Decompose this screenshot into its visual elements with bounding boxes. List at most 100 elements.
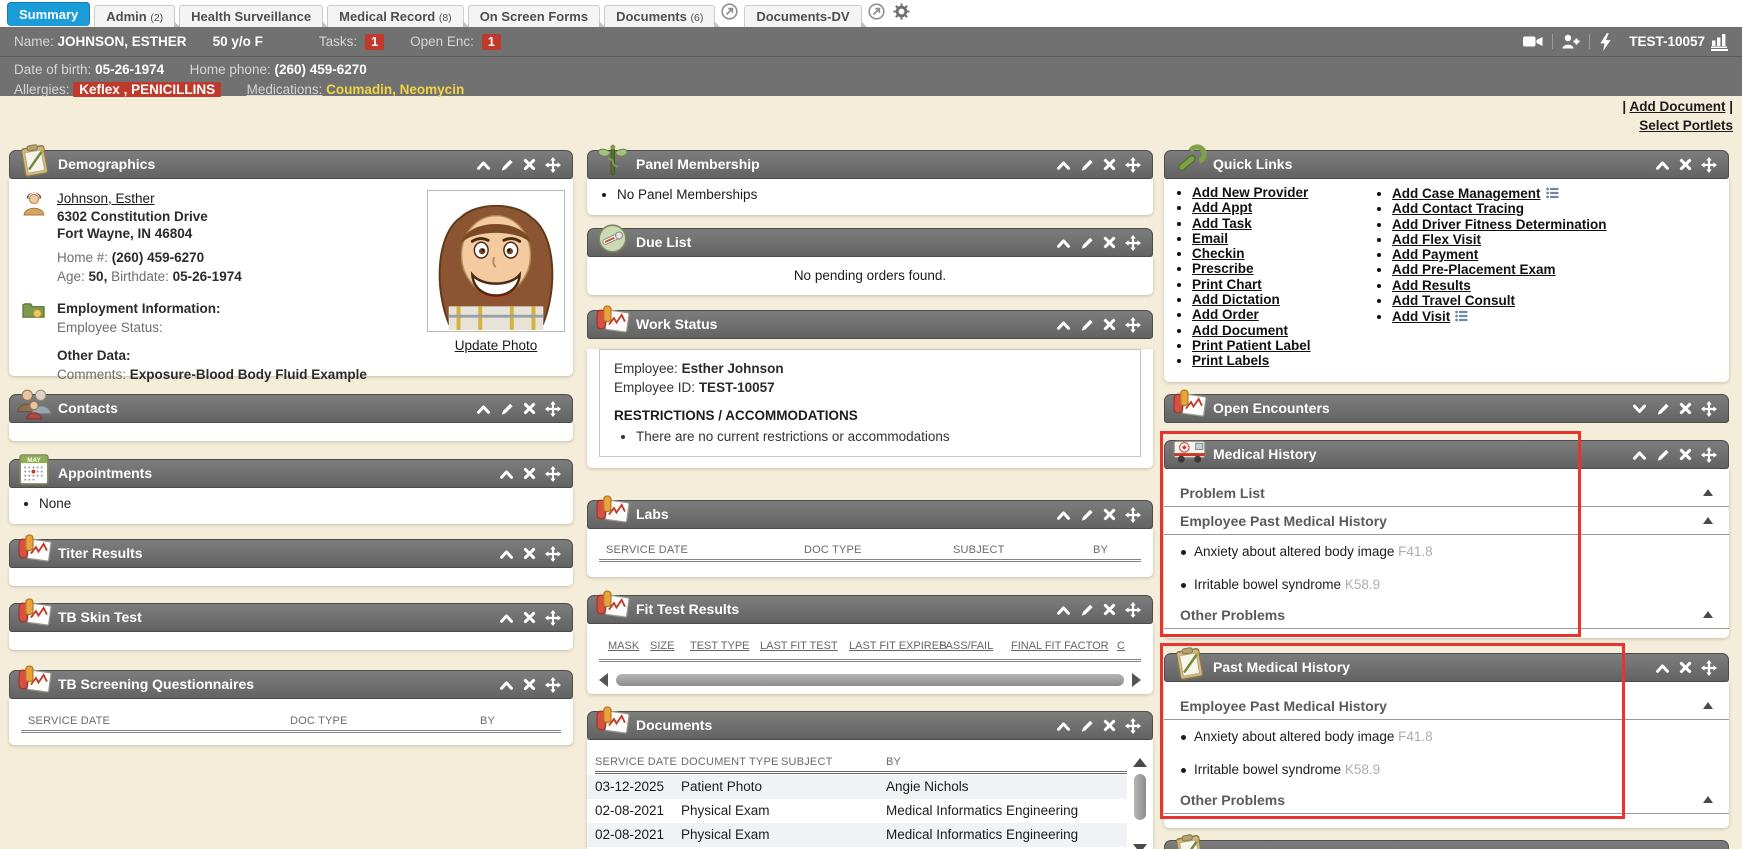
move-icon[interactable]: [545, 546, 561, 562]
column-header-link[interactable]: LAST FIT TEST: [760, 640, 838, 652]
close-icon[interactable]: [523, 402, 536, 415]
edit-pencil-icon[interactable]: [500, 402, 514, 416]
edit-pencil-icon[interactable]: [1080, 236, 1094, 250]
collapse-icon[interactable]: [476, 403, 491, 415]
list-icon[interactable]: [1455, 310, 1468, 322]
collapse-icon[interactable]: [499, 679, 514, 691]
horizontal-scrollbar[interactable]: [599, 671, 1141, 689]
move-icon[interactable]: [545, 610, 561, 626]
close-icon[interactable]: [1679, 158, 1692, 171]
quick-link[interactable]: Prescribe: [1192, 261, 1254, 276]
collapse-icon[interactable]: [1632, 449, 1647, 461]
close-icon[interactable]: [1103, 318, 1116, 331]
allergies-badge[interactable]: Keflex , PENICILLINS: [73, 82, 221, 97]
scrollbar-thumb[interactable]: [616, 674, 1124, 686]
edit-pencil-icon[interactable]: [1656, 402, 1670, 416]
close-icon[interactable]: [1103, 719, 1116, 732]
tab-medical-record[interactable]: Medical Record (8): [327, 5, 464, 27]
chart-icon[interactable]: [1711, 32, 1728, 51]
tab-on-screen-forms[interactable]: On Screen Forms: [468, 5, 600, 27]
edit-pencil-icon[interactable]: [500, 158, 514, 172]
collapse-toggle-icon[interactable]: [1703, 702, 1713, 709]
tab-summary[interactable]: Summary: [7, 2, 90, 26]
collapse-toggle-icon[interactable]: [1703, 611, 1713, 618]
collapse-icon[interactable]: [1056, 720, 1071, 732]
lightning-icon[interactable]: [1590, 33, 1621, 51]
expand-icon[interactable]: [1632, 403, 1647, 415]
tab-documents-dv[interactable]: Documents-DV: [744, 5, 861, 27]
video-camera-icon[interactable]: [1514, 34, 1552, 49]
close-icon[interactable]: [523, 611, 536, 624]
quick-link[interactable]: Add Order: [1192, 307, 1259, 322]
quick-link[interactable]: Add Driver Fitness Determination: [1392, 217, 1607, 232]
scroll-up-icon[interactable]: [1133, 758, 1147, 767]
table-row[interactable]: 02-08-2021Physical ExamMedical Informati…: [587, 799, 1127, 823]
quick-link[interactable]: Email: [1192, 231, 1228, 246]
move-icon[interactable]: [1701, 660, 1717, 676]
quick-link[interactable]: Add Dictation: [1192, 292, 1280, 307]
quick-link[interactable]: Add Travel Consult: [1392, 293, 1515, 308]
quick-link[interactable]: Add Visit: [1392, 309, 1450, 324]
column-header-link[interactable]: C: [1117, 640, 1125, 652]
tab-admin[interactable]: Admin (2): [94, 5, 175, 27]
close-icon[interactable]: [1103, 158, 1116, 171]
tasks-count-badge[interactable]: 1: [365, 34, 384, 50]
close-icon[interactable]: [1103, 603, 1116, 616]
quick-link[interactable]: Add New Provider: [1192, 185, 1308, 200]
add-person-icon[interactable]: [1553, 34, 1589, 49]
collapse-toggle-icon[interactable]: [1703, 489, 1713, 496]
select-portlets-link[interactable]: Select Portlets: [1639, 118, 1733, 133]
medications-link[interactable]: Medications:: [247, 82, 323, 97]
quick-link[interactable]: Add Document: [1192, 323, 1288, 338]
close-icon[interactable]: [523, 678, 536, 691]
quick-link[interactable]: Print Chart: [1192, 277, 1262, 292]
patient-name-link[interactable]: Johnson, Esther: [57, 191, 155, 206]
move-icon[interactable]: [1701, 447, 1717, 463]
move-icon[interactable]: [1125, 235, 1141, 251]
collapse-icon[interactable]: [1655, 662, 1670, 674]
column-header-link[interactable]: MASK: [608, 640, 639, 652]
collapse-icon[interactable]: [1056, 509, 1071, 521]
collapse-icon[interactable]: [1056, 159, 1071, 171]
edit-pencil-icon[interactable]: [1080, 603, 1094, 617]
move-icon[interactable]: [1701, 157, 1717, 173]
close-icon[interactable]: [1103, 236, 1116, 249]
close-icon[interactable]: [523, 158, 536, 171]
collapse-icon[interactable]: [499, 548, 514, 560]
edit-pencil-icon[interactable]: [1080, 158, 1094, 172]
move-icon[interactable]: [545, 677, 561, 693]
quick-link[interactable]: Checkin: [1192, 246, 1245, 261]
table-row[interactable]: 02-08-2021Physical ExamMedical Informati…: [587, 823, 1127, 847]
edit-pencil-icon[interactable]: [1080, 719, 1094, 733]
move-icon[interactable]: [1125, 718, 1141, 734]
edit-pencil-icon[interactable]: [1080, 318, 1094, 332]
move-icon[interactable]: [545, 401, 561, 417]
collapse-icon[interactable]: [499, 612, 514, 624]
tab-health-surveillance[interactable]: Health Surveillance: [179, 5, 323, 27]
move-icon[interactable]: [545, 466, 561, 482]
vertical-scrollbar[interactable]: [1133, 758, 1147, 849]
move-icon[interactable]: [1125, 507, 1141, 523]
column-header-link[interactable]: LAST FIT EXPIRES: [849, 640, 946, 652]
quick-link[interactable]: Add Results: [1392, 278, 1471, 293]
collapse-toggle-icon[interactable]: [1703, 796, 1713, 803]
scroll-left-icon[interactable]: [599, 673, 608, 687]
column-header-link[interactable]: PASS/FAIL: [939, 640, 993, 652]
quick-link[interactable]: Add Pre-Placement Exam: [1392, 262, 1556, 277]
quick-link[interactable]: Add Flex Visit: [1392, 232, 1481, 247]
move-icon[interactable]: [1701, 401, 1717, 417]
add-document-link[interactable]: Add Document: [1629, 99, 1725, 114]
quick-link[interactable]: Add Case Management: [1392, 186, 1541, 201]
move-icon[interactable]: [1125, 157, 1141, 173]
quick-link[interactable]: Print Labels: [1192, 353, 1269, 368]
quick-link[interactable]: Print Patient Label: [1192, 338, 1311, 353]
column-header-link[interactable]: TEST TYPE: [690, 640, 750, 652]
column-header-link[interactable]: SIZE: [650, 640, 674, 652]
close-icon[interactable]: [1679, 402, 1692, 415]
close-icon[interactable]: [1103, 508, 1116, 521]
edit-pencil-icon[interactable]: [1656, 448, 1670, 462]
move-icon[interactable]: [1125, 317, 1141, 333]
move-icon[interactable]: [545, 157, 561, 173]
list-icon[interactable]: [1546, 187, 1559, 199]
open-enc-count-badge[interactable]: 1: [482, 34, 501, 50]
